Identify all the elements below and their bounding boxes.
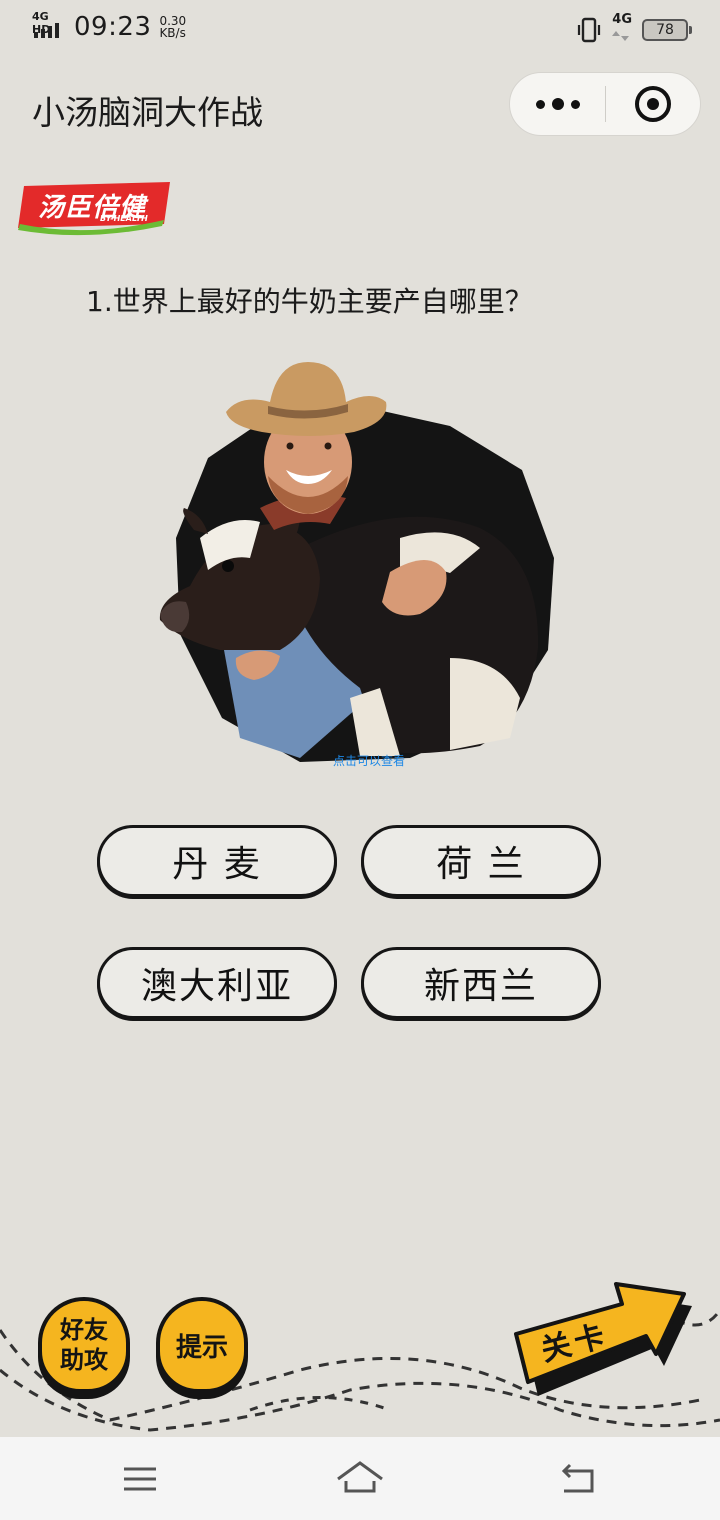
question-text: 1.世界上最好的牛奶主要产自哪里？ xyxy=(86,285,533,318)
cowboy-calf-illustration xyxy=(159,362,554,762)
status-right: 4G 78 xyxy=(576,12,692,45)
answer-option-4[interactable]: 新西兰 xyxy=(361,947,601,1019)
friend-help-label: 好友助攻 xyxy=(60,1315,108,1374)
cellular-signal-icon: 4G HD xyxy=(32,10,66,42)
home-icon[interactable] xyxy=(336,1457,384,1501)
brand-logo: 汤臣倍健 BY-HEALTH xyxy=(16,180,172,238)
brand-name-en: BY-HEALTH xyxy=(100,214,148,223)
vibrate-icon xyxy=(578,17,601,42)
answer-option-1[interactable]: 丹 麦 xyxy=(97,825,337,897)
answer-option-2[interactable]: 荷 兰 xyxy=(361,825,601,897)
hint-button[interactable]: 提示 xyxy=(156,1297,248,1393)
status-left: 4G HD 09:23 0.30 KB/s xyxy=(32,10,186,42)
menu-icon[interactable] xyxy=(118,1457,162,1501)
mini-program-capsule xyxy=(509,72,701,136)
more-dots-icon xyxy=(535,98,580,110)
more-button[interactable] xyxy=(510,73,605,135)
app-title: 小汤脑洞大作战 xyxy=(32,93,263,132)
data-arrows-icon xyxy=(612,31,630,41)
system-nav-bar xyxy=(0,1437,720,1520)
mobile-data-indicator: 4G xyxy=(612,12,632,45)
image-watermark: 点击可以查看 xyxy=(333,754,406,768)
answer-option-3[interactable]: 澳大利亚 xyxy=(97,947,337,1019)
clock-time: 09:23 xyxy=(74,12,152,42)
battery-icon: 78 xyxy=(642,18,692,41)
close-button[interactable] xyxy=(606,86,700,122)
status-bar: 4G HD 09:23 0.30 KB/s 4G 78 xyxy=(0,0,720,58)
mobile-network-label: 4G xyxy=(612,12,632,27)
friend-help-button[interactable]: 好友助攻 xyxy=(38,1297,130,1393)
network-speed-unit: KB/s xyxy=(159,26,186,40)
network-speed: 0.30 KB/s xyxy=(159,15,186,39)
back-icon[interactable] xyxy=(556,1457,600,1501)
battery-level: 78 xyxy=(656,21,674,38)
hint-label: 提示 xyxy=(175,1332,228,1363)
target-close-icon xyxy=(635,86,671,122)
